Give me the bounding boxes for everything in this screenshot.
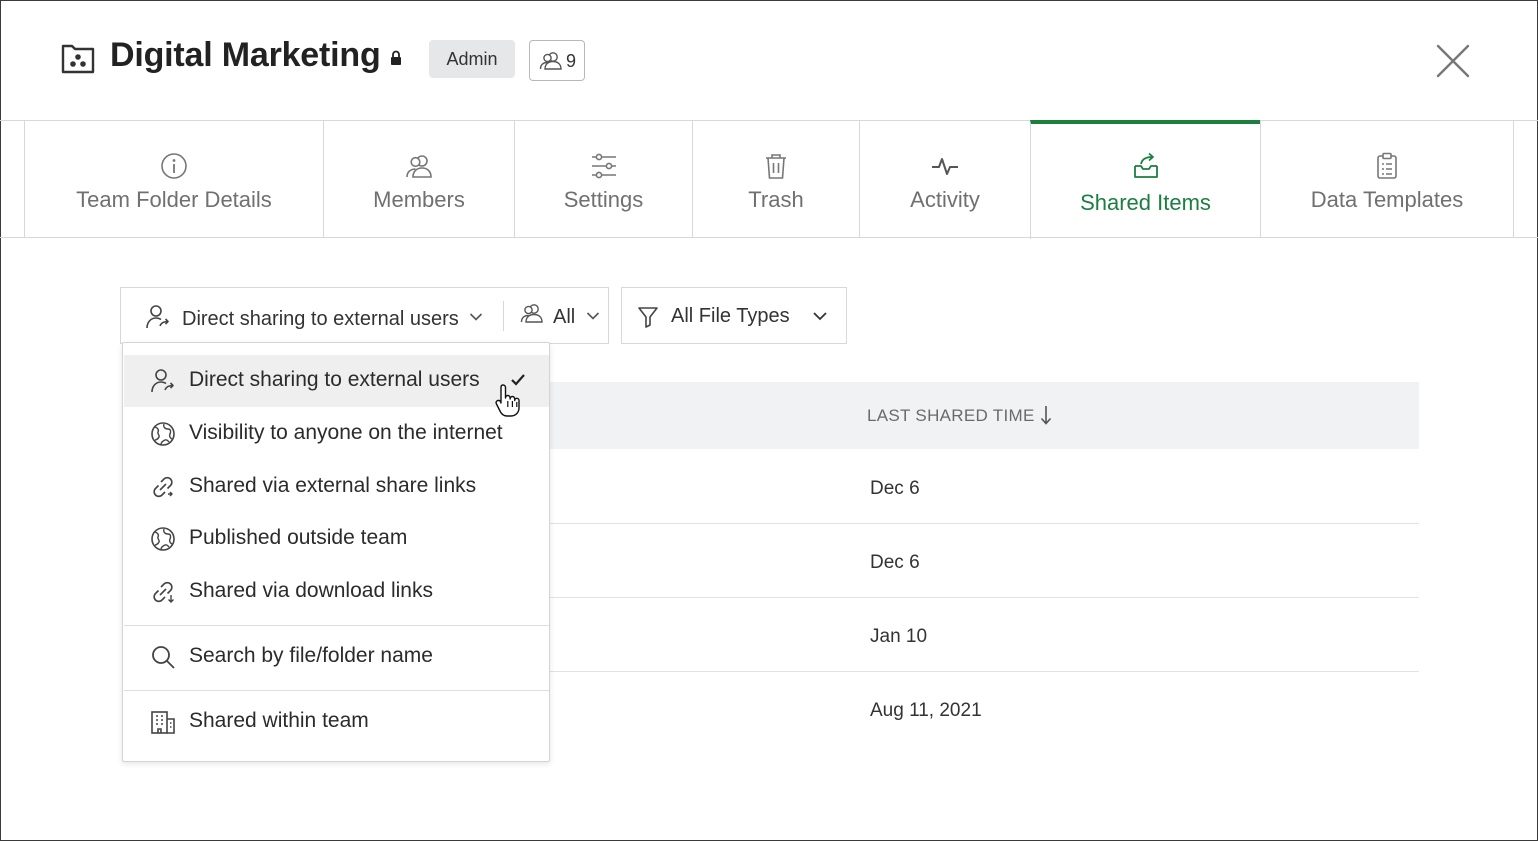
tab-label: Team Folder Details xyxy=(76,187,272,212)
info-icon xyxy=(161,153,187,179)
tab-label: Activity xyxy=(910,187,980,212)
last-shared-time: Dec 6 xyxy=(870,478,920,499)
clipboard-icon xyxy=(1377,152,1397,179)
file-type-label: All File Types xyxy=(671,305,790,327)
menu-item-external-share-links[interactable]: Shared via external share links xyxy=(124,461,549,513)
table-header: LAST SHARED TIME xyxy=(540,382,1419,449)
trash-icon xyxy=(766,154,786,179)
menu-divider xyxy=(124,625,549,626)
share-type-menu: Direct sharing to external users Visibil… xyxy=(122,342,550,762)
tab-team-folder-details[interactable]: Team Folder Details xyxy=(24,121,323,238)
menu-item-label: Visibility to anyone on the internet xyxy=(189,421,503,444)
menu-item-published-outside-team[interactable]: Published outside team xyxy=(124,513,549,565)
chevron-down-icon xyxy=(813,312,827,321)
checkmark-icon xyxy=(511,374,525,386)
tab-settings[interactable]: Settings xyxy=(514,121,692,238)
menu-item-visibility-internet[interactable]: Visibility to anyone on the internet xyxy=(124,408,549,460)
tab-members[interactable]: Members xyxy=(323,121,514,238)
tab-label: Trash xyxy=(748,187,804,212)
table-row[interactable]: Jan 10 xyxy=(540,598,1419,672)
close-icon[interactable] xyxy=(1434,42,1472,80)
tab-bar: Team Folder Details Members Settings Tra… xyxy=(0,120,1538,239)
sliders-icon xyxy=(591,153,616,179)
tab-label: Shared Items xyxy=(1080,190,1211,215)
external-user-icon xyxy=(146,305,169,329)
member-filter-dropdown[interactable]: All xyxy=(504,288,608,343)
menu-item-label: Published outside team xyxy=(189,526,408,549)
share-filter-group: Direct sharing to external users All xyxy=(120,287,609,344)
share-tray-icon xyxy=(1133,152,1158,178)
team-folder-icon xyxy=(61,44,95,74)
lock-icon xyxy=(391,50,401,65)
last-shared-time: Dec 6 xyxy=(870,552,920,573)
file-type-dropdown[interactable]: All File Types xyxy=(621,287,847,344)
table-row[interactable]: Dec 6 xyxy=(540,450,1419,524)
members-icon xyxy=(539,52,562,70)
tab-shared-items[interactable]: Shared Items xyxy=(1030,120,1260,239)
table-row[interactable]: Dec 6 xyxy=(540,524,1419,598)
tab-overflow xyxy=(1513,121,1538,238)
last-shared-time: Jan 10 xyxy=(870,626,928,647)
last-shared-time: Aug 11, 2021 xyxy=(870,700,982,721)
menu-divider xyxy=(124,690,549,691)
tab-label: Settings xyxy=(563,187,644,212)
member-filter-label: All xyxy=(553,306,576,328)
menu-item-label: Search by file/folder name xyxy=(189,644,433,667)
share-type-dropdown[interactable]: Direct sharing to external users xyxy=(121,288,503,343)
chevron-down-icon xyxy=(586,312,600,320)
tab-label: Data Templates xyxy=(1310,187,1464,212)
tab-label: Members xyxy=(373,187,465,212)
dialog-header: Digital Marketing Admin 9 xyxy=(0,0,1538,120)
globe-icon xyxy=(151,422,175,446)
globe-icon xyxy=(151,527,175,551)
tab-activity[interactable]: Activity xyxy=(859,121,1030,238)
menu-item-label: Shared via download links xyxy=(189,579,433,602)
external-user-icon xyxy=(151,369,174,393)
column-header-last-shared-time[interactable]: LAST SHARED TIME xyxy=(867,406,1035,426)
menu-item-download-links[interactable]: Shared via download links xyxy=(124,566,549,618)
menu-item-shared-within-team[interactable]: Shared within team xyxy=(124,696,549,748)
role-badge: Admin xyxy=(429,40,515,78)
search-icon xyxy=(152,646,175,669)
share-type-label: Direct sharing to external users xyxy=(182,308,459,330)
members-icon xyxy=(520,304,543,323)
table-row[interactable]: Aug 11, 2021 xyxy=(540,672,1419,746)
tab-trash[interactable]: Trash xyxy=(692,121,859,238)
menu-item-label: Shared within team xyxy=(189,709,369,732)
filter-funnel-icon xyxy=(638,307,658,328)
arrow-down-icon[interactable] xyxy=(1040,404,1052,426)
download-link-icon xyxy=(153,581,174,603)
activity-icon xyxy=(932,158,958,175)
menu-item-search[interactable]: Search by file/folder name xyxy=(124,631,549,683)
member-count: 9 xyxy=(566,51,577,71)
members-icon xyxy=(406,155,432,178)
menu-item-label: Shared via external share links xyxy=(189,474,477,497)
page-title: Digital Marketing xyxy=(110,36,381,74)
menu-item-direct-sharing[interactable]: Direct sharing to external users xyxy=(124,355,549,407)
chevron-down-icon xyxy=(469,313,483,321)
link-icon xyxy=(153,476,173,498)
member-count-button[interactable]: 9 xyxy=(529,40,585,81)
building-icon xyxy=(151,711,175,734)
menu-item-label: Direct sharing to external users xyxy=(189,368,480,391)
tab-data-templates[interactable]: Data Templates xyxy=(1260,121,1513,238)
